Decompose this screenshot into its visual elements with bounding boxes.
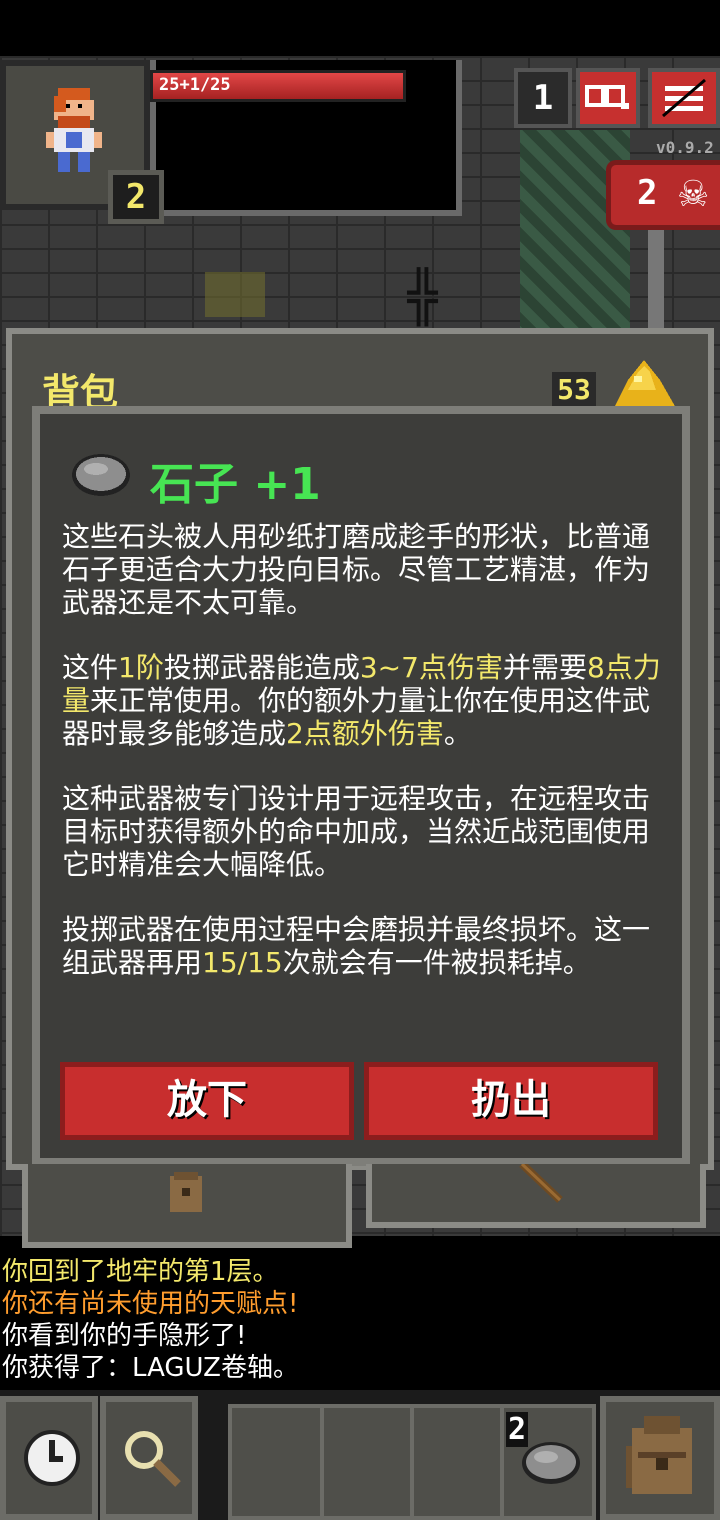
stone-icon [72, 454, 130, 496]
bonus-damage-highlight: 2点额外伤害 [286, 717, 444, 750]
quickslot-4[interactable]: 2 [500, 1404, 596, 1520]
quickslot-3[interactable] [410, 1404, 504, 1520]
examine-button[interactable] [100, 1396, 198, 1520]
drop-button[interactable]: 放下 [60, 1062, 354, 1140]
desc-text: 。 [443, 717, 472, 750]
version-label: v0.9.2 [656, 138, 714, 157]
backpack-icon [170, 1172, 202, 1212]
game-log: 你回到了地牢的第1层。 你还有尚未使用的天赋点! 你看到你的手隐形了! 你获得了… [2, 1256, 299, 1384]
item-name: 石子 +1 [150, 459, 321, 510]
gold-pile-icon [610, 360, 680, 410]
wand-icon [519, 1164, 563, 1203]
log-line: 你获得了：LAGUZ卷轴。 [2, 1353, 299, 1383]
inventory-button[interactable] [600, 1396, 720, 1520]
bag-tab-slot-2[interactable] [366, 1164, 706, 1228]
stone-icon [522, 1442, 580, 1484]
danger-count: 2 [637, 173, 658, 213]
magnifier-icon [585, 85, 629, 109]
gold-count: 53 [552, 372, 596, 408]
item-description: 这些石头被人用砂纸打磨成趁手的形状，比普通石子更适合大力投向目标。尽管工艺精湛，… [62, 520, 672, 1011]
throw-button[interactable]: 扔出 [364, 1062, 658, 1140]
search-button[interactable] [576, 68, 640, 128]
desc-text: 这些石头被人用砂纸打磨成趁手的形状，比普通石子更适合大力投向目标。尽管工艺精湛，… [62, 520, 651, 619]
desc-text: 次就会有一件被损耗掉。 [282, 946, 591, 979]
damage-highlight: 3~7点伤害 [359, 651, 503, 684]
desc-paragraph-1: 这些石头被人用砂纸打磨成趁手的形状，比普通石子更适合大力投向目标。尽管工艺精湛，… [62, 520, 672, 619]
desc-text: 这件 [62, 651, 119, 684]
bag-tab-slot[interactable] [22, 1164, 352, 1248]
desc-paragraph-4: 投掷武器在使用过程中会磨损并最终损坏。这一组武器再用15/15次就会有一件被损耗… [62, 913, 672, 979]
desc-paragraph-2: 这件1阶投掷武器能造成3~7点伤害并需要8点力量来正常使用。你的额外力量让你在使… [62, 651, 672, 750]
tier-highlight: 1阶 [118, 651, 164, 684]
menu-icon [662, 78, 706, 118]
depth-indicator[interactable]: 1 [514, 68, 572, 128]
floor-stain [205, 272, 265, 317]
desc-paragraph-3: 这种武器被专门设计用于远程攻击，在远程攻击目标时获得额外的命中加成，当然近战范围… [62, 782, 672, 881]
wait-button[interactable] [0, 1396, 98, 1520]
clock-icon [24, 1430, 80, 1486]
desc-text: 投掷武器能造成 [163, 651, 360, 684]
crosshair-icon: ╬ [407, 268, 438, 326]
log-line: 你看到你的手隐形了! [2, 1321, 247, 1351]
menu-button[interactable] [648, 68, 720, 128]
stone-pillar [648, 230, 664, 340]
desc-text: 并需要 [502, 651, 587, 684]
skull-icon: ☠ [677, 174, 710, 215]
log-line: 你回到了地牢的第1层。 [2, 1257, 279, 1287]
backpack-icon [626, 1416, 692, 1494]
health-bar: 25+1/25 [150, 70, 406, 102]
hero-sprite-icon [46, 88, 102, 172]
log-line: 你还有尚未使用的天赋点! [2, 1289, 299, 1319]
quickslot-2[interactable] [320, 1404, 414, 1520]
desc-text: 这种武器被专门设计用于远程攻击，在远程攻击目标时获得额外的命中加成，当然近战范围… [62, 782, 651, 881]
durability-highlight: 15/15 [202, 946, 283, 979]
hero-level: 2 [108, 170, 164, 224]
danger-indicator[interactable]: 2 ☠ [606, 160, 720, 230]
quickslot-1[interactable] [228, 1404, 324, 1520]
health-text: 25+1/25 [159, 75, 231, 95]
magnifier-icon [125, 1431, 181, 1487]
